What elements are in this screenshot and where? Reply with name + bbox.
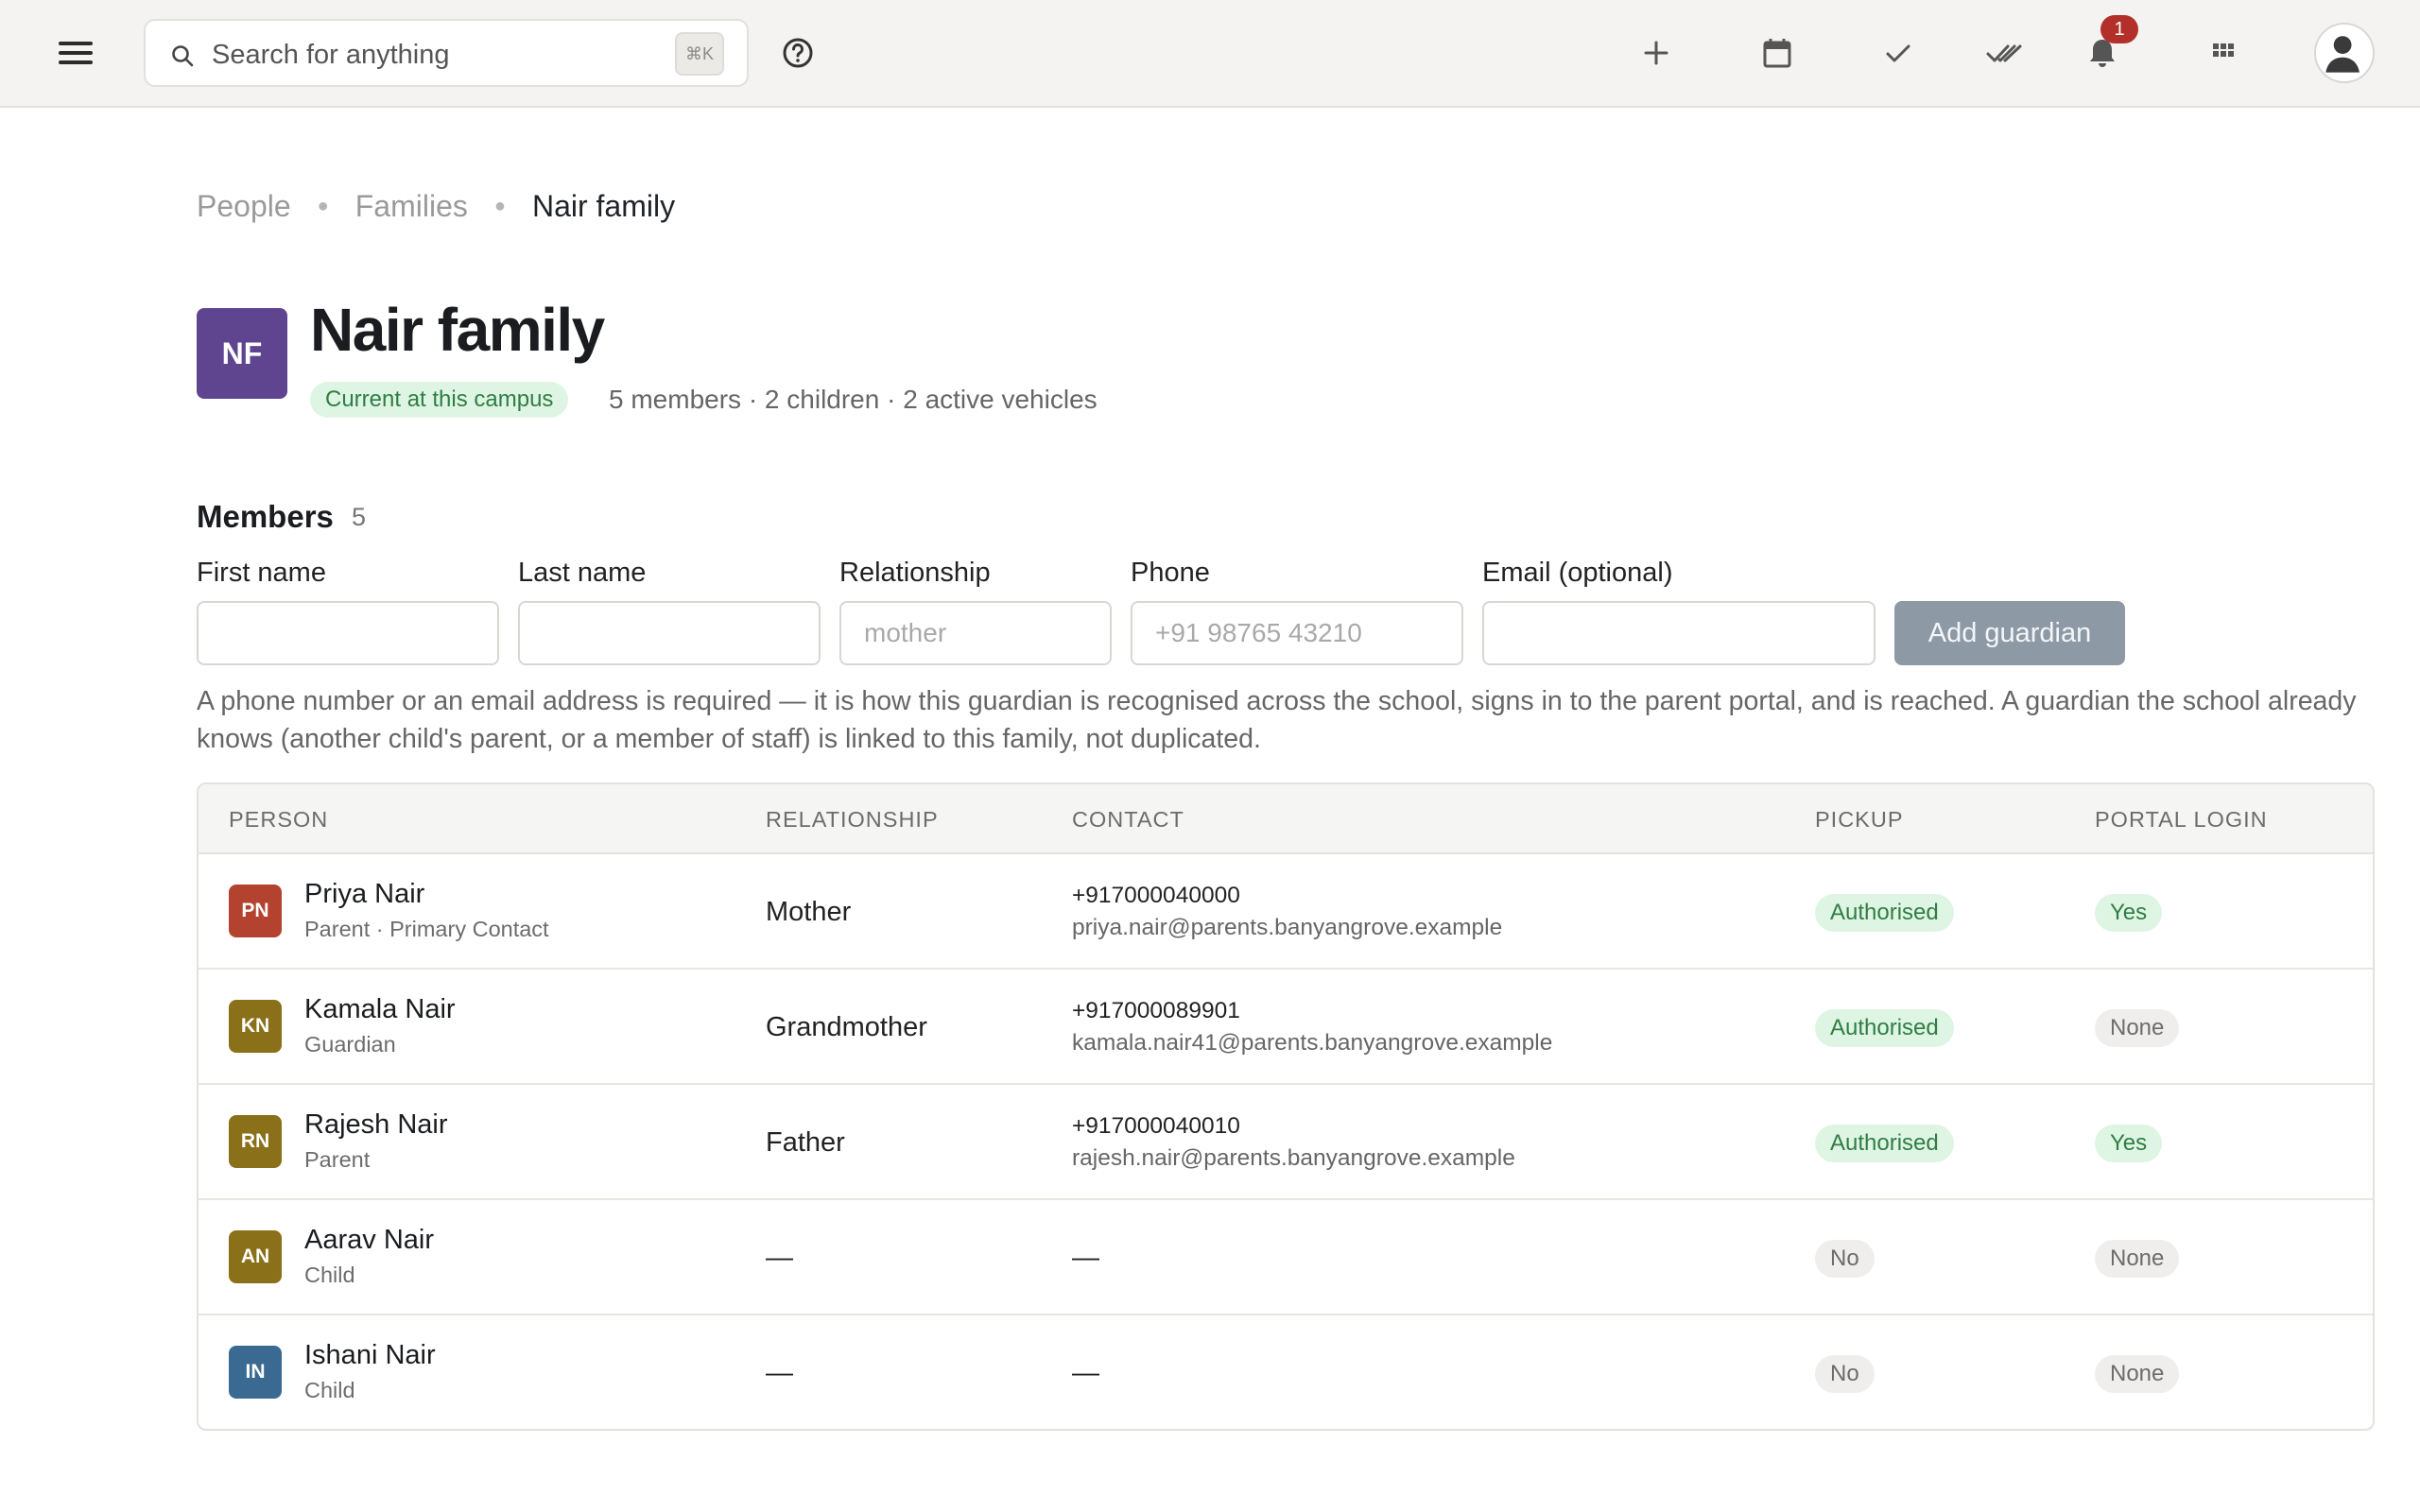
- portal-login-badge: Yes: [2095, 1125, 2163, 1162]
- breadcrumb-families[interactable]: Families: [355, 189, 468, 224]
- first-name-label: First name: [197, 558, 326, 588]
- check-icon[interactable]: [1879, 34, 1917, 72]
- person-name[interactable]: Kamala Nair: [304, 994, 456, 1025]
- relationship-value: Mother: [766, 897, 852, 927]
- table-row[interactable]: IN Ishani Nair Child — — No None: [199, 1315, 2373, 1429]
- email-label: Email (optional): [1482, 558, 1673, 588]
- email-field[interactable]: [1482, 601, 1876, 665]
- portal-login-badge: None: [2095, 1009, 2180, 1047]
- person-role: Child: [304, 1378, 355, 1402]
- menu-icon[interactable]: [53, 34, 98, 72]
- person-name[interactable]: Priya Nair: [304, 879, 424, 910]
- form-help-text: A phone number or an email address is re…: [197, 686, 2357, 754]
- contact-email: kamala.nair41@parents.banyangrove.exampl…: [1072, 1030, 1553, 1056]
- avatar: RN: [229, 1115, 282, 1168]
- person-role: Parent: [304, 1147, 371, 1172]
- members-heading: Members: [197, 499, 334, 534]
- table-row[interactable]: RN Rajesh Nair Parent Father +9170000400…: [199, 1085, 2373, 1200]
- portal-login-badge: None: [2095, 1240, 2180, 1278]
- pickup-badge: No: [1815, 1240, 1875, 1278]
- breadcrumb-current: Nair family: [531, 188, 676, 223]
- person-name[interactable]: Ishani Nair: [304, 1340, 436, 1371]
- top-bar: ⌘K 1: [0, 0, 2420, 108]
- portal-login-badge: None: [2095, 1355, 2180, 1393]
- calendar-icon[interactable]: [1758, 34, 1796, 72]
- search-input[interactable]: [212, 34, 609, 76]
- relationship-value: Grandmother: [766, 1012, 927, 1042]
- contact-email: rajesh.nair@parents.banyangrove.example: [1072, 1145, 1515, 1171]
- last-name-field[interactable]: [518, 601, 821, 665]
- pickup-badge: Authorised: [1815, 1009, 1954, 1047]
- notification-badge: 1: [2100, 15, 2138, 43]
- contact-phone: +917000089901: [1072, 998, 1240, 1023]
- contact-phone: +917000040000: [1072, 883, 1240, 908]
- pickup-badge: Authorised: [1815, 894, 1954, 932]
- search-shortcut-hint: ⌘K: [675, 32, 724, 76]
- last-name-label: Last name: [518, 558, 647, 588]
- breadcrumb: People ● Families ● Nair family: [197, 183, 675, 229]
- family-avatar: NF: [197, 308, 287, 399]
- contact-phone: +917000040010: [1072, 1113, 1240, 1139]
- portal-login-badge: Yes: [2095, 894, 2163, 932]
- first-name-field[interactable]: [197, 601, 499, 665]
- breadcrumb-separator: ●: [493, 195, 506, 216]
- search-box[interactable]: ⌘K: [144, 19, 749, 87]
- page-title: Nair family: [310, 296, 605, 364]
- members-count: 5: [352, 503, 367, 531]
- status-badge: Current at this campus: [310, 382, 569, 418]
- column-header-relationship: RELATIONSHIP: [766, 807, 939, 832]
- contact-email: priya.nair@parents.banyangrove.example: [1072, 915, 1503, 940]
- relationship-value: —: [766, 1358, 793, 1388]
- column-header-contact: CONTACT: [1072, 807, 1184, 832]
- search-icon: [172, 45, 194, 67]
- avatar: IN: [229, 1346, 282, 1399]
- breadcrumb-separator: ●: [317, 195, 329, 216]
- relationship-value: Father: [766, 1127, 845, 1158]
- table-header: PERSON RELATIONSHIP CONTACT PICKUP PORTA…: [199, 784, 2373, 854]
- relationship-value: —: [766, 1243, 793, 1273]
- contact-value: —: [1072, 1358, 1099, 1388]
- contact-value: —: [1072, 1243, 1099, 1273]
- table-row[interactable]: PN Priya Nair Parent · Primary Contact M…: [199, 854, 2373, 970]
- breadcrumb-people[interactable]: People: [197, 189, 291, 224]
- apps-grid-icon[interactable]: [2204, 34, 2242, 72]
- table-row[interactable]: AN Aarav Nair Child — — No None: [199, 1200, 2373, 1315]
- help-icon[interactable]: [781, 36, 815, 70]
- avatar: AN: [229, 1230, 282, 1283]
- double-check-icon[interactable]: [1985, 34, 2023, 72]
- relationship-label: Relationship: [839, 558, 991, 588]
- person-name[interactable]: Rajesh Nair: [304, 1109, 448, 1141]
- relationship-field[interactable]: [839, 601, 1112, 665]
- column-header-portal-login: PORTAL LOGIN: [2095, 807, 2268, 832]
- column-header-pickup: PICKUP: [1815, 807, 1904, 832]
- members-table: PERSON RELATIONSHIP CONTACT PICKUP PORTA…: [197, 782, 2375, 1431]
- column-header-person: PERSON: [229, 807, 329, 832]
- avatar: PN: [229, 885, 282, 937]
- person-role: Child: [304, 1263, 355, 1287]
- add-icon[interactable]: [1637, 34, 1675, 72]
- pickup-badge: Authorised: [1815, 1125, 1954, 1162]
- family-summary: 5 members · 2 children · 2 active vehicl…: [609, 385, 1098, 414]
- avatar: KN: [229, 1000, 282, 1053]
- phone-field[interactable]: [1131, 601, 1463, 665]
- phone-label: Phone: [1131, 558, 1210, 588]
- pickup-badge: No: [1815, 1355, 1875, 1393]
- table-row[interactable]: KN Kamala Nair Guardian Grandmother +917…: [199, 970, 2373, 1085]
- person-name[interactable]: Aarav Nair: [304, 1225, 434, 1256]
- person-role: Parent · Primary Contact: [304, 917, 549, 941]
- add-guardian-button[interactable]: Add guardian: [1894, 601, 2125, 665]
- person-role: Guardian: [304, 1032, 396, 1057]
- user-avatar-icon[interactable]: [2314, 23, 2375, 83]
